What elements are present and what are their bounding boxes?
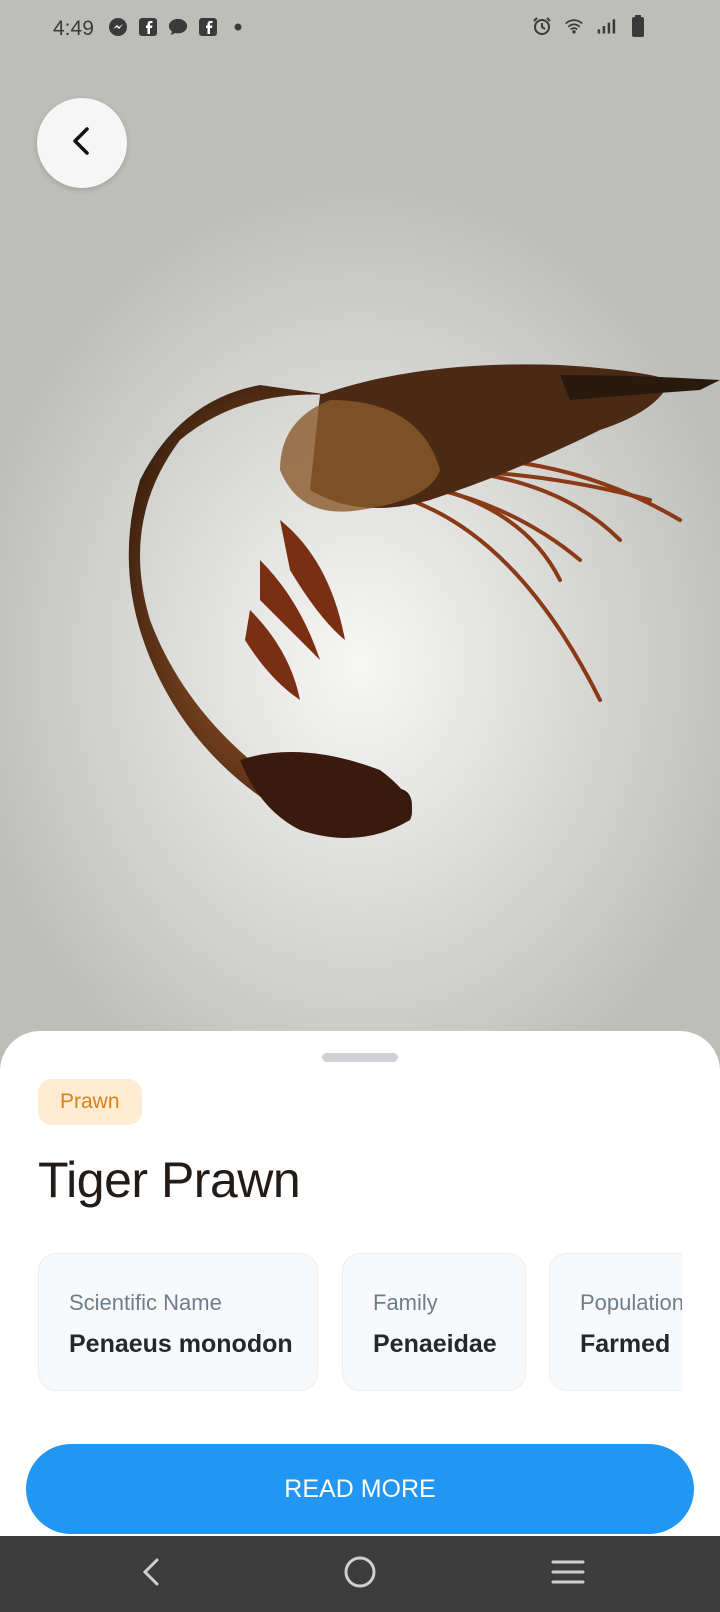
chevron-left-icon: [67, 126, 97, 161]
read-more-button[interactable]: READ MORE: [26, 1444, 694, 1534]
back-button[interactable]: [37, 98, 127, 188]
wifi-icon: [564, 16, 584, 36]
detail-sheet: Prawn Tiger Prawn Scientific Name Penaeu…: [0, 1031, 720, 1536]
recents-icon: [551, 1558, 585, 1591]
nav-back-button[interactable]: [128, 1550, 176, 1598]
info-card-label: Scientific Name: [69, 1290, 222, 1315]
info-card-value: Farmed: [580, 1330, 671, 1358]
sheet-drag-handle[interactable]: [322, 1053, 398, 1062]
dot-icon: [228, 17, 248, 37]
category-badge: Prawn: [38, 1079, 142, 1125]
system-icons: [532, 15, 648, 37]
messenger-icon: [108, 17, 128, 37]
facebook-icon: [138, 17, 158, 37]
nav-home-button[interactable]: [336, 1550, 384, 1598]
system-nav-bar: [0, 1536, 720, 1612]
info-card-value: Penaeidae: [373, 1330, 497, 1358]
info-card-family: Family Penaeidae: [342, 1253, 526, 1391]
info-card-value: Penaeus monodon: [69, 1330, 293, 1358]
page-title: Tiger Prawn: [38, 1152, 301, 1208]
info-cards[interactable]: Scientific Name Penaeus monodon Family P…: [38, 1253, 682, 1398]
info-card-label: Population: [580, 1290, 682, 1315]
home-icon: [343, 1555, 377, 1594]
chat-bubble-icon: [168, 17, 188, 37]
back-icon: [140, 1557, 164, 1592]
status-bar: 4:49: [0, 0, 720, 60]
notification-icons: [108, 17, 248, 37]
facebook-icon: [198, 17, 218, 37]
info-card-scientific-name: Scientific Name Penaeus monodon: [38, 1253, 318, 1391]
signal-icon: [596, 16, 616, 36]
status-time: 4:49: [53, 17, 94, 40]
nav-recents-button[interactable]: [544, 1550, 592, 1598]
alarm-icon: [532, 16, 552, 36]
info-card-population: Population Farmed: [549, 1253, 682, 1391]
battery-icon: [628, 15, 648, 37]
info-card-label: Family: [373, 1290, 438, 1315]
